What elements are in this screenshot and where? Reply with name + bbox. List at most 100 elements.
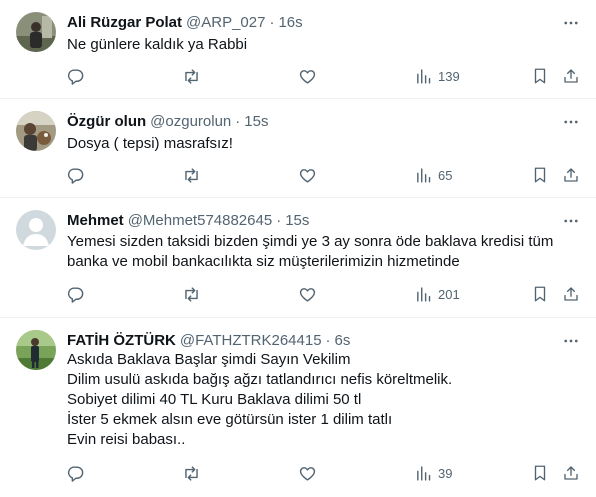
avatar[interactable]: [16, 111, 56, 151]
share-button[interactable]: [562, 66, 580, 86]
more-icon[interactable]: [561, 331, 581, 351]
tweet-text-line: Ne günlere kaldık ya Rabbi: [67, 36, 248, 53]
views-count: 201: [438, 286, 460, 302]
like-button[interactable]: [298, 165, 317, 185]
retweet-button[interactable]: [182, 284, 201, 304]
retweet-icon: [185, 286, 198, 302]
bookmark-button[interactable]: [531, 66, 549, 86]
tweet-header: Ali Rüzgar Polat @ARP_027 · 16s: [67, 12, 303, 32]
views-count: 39: [438, 465, 453, 481]
bookmark-button[interactable]: [531, 284, 549, 304]
retweet-button[interactable]: [182, 66, 201, 86]
tweet-text: Ne günlere kaldık ya Rabbi: [67, 35, 582, 55]
tweet-actions: 139: [0, 66, 596, 86]
timestamp[interactable]: 15s: [244, 113, 268, 130]
retweet-icon: [185, 465, 198, 481]
reply-button[interactable]: [66, 165, 85, 185]
tweet-actions: 201: [0, 284, 596, 304]
separator: ·: [276, 211, 282, 229]
reply-button[interactable]: [66, 66, 85, 86]
tweet[interactable]: Mehmet @Mehmet574882645 · 15s Yemesi siz…: [0, 198, 596, 318]
tweet-header: Özgür olun @ozgurolun · 15s: [67, 111, 268, 131]
like-icon: [299, 466, 316, 481]
timeline-feed: Ali Rüzgar Polat @ARP_027 · 16s Ne günle…: [0, 0, 596, 497]
author-handle[interactable]: @ARP_027: [186, 14, 265, 31]
reply-icon: [67, 167, 84, 184]
separator: ·: [235, 112, 241, 130]
views-button[interactable]: 39: [415, 463, 452, 483]
author-name[interactable]: Ali Rüzgar Polat: [67, 14, 182, 31]
views-icon: [417, 167, 431, 183]
tweet[interactable]: Özgür olun @ozgurolun · 15s Dosya ( teps…: [0, 99, 596, 198]
reply-icon: [67, 286, 84, 303]
bookmark-button[interactable]: [531, 165, 549, 185]
retweet-icon: [185, 167, 198, 183]
retweet-icon: [185, 68, 198, 84]
retweet-button[interactable]: [182, 165, 201, 185]
views-count: 65: [438, 167, 453, 183]
bookmark-icon: [534, 68, 546, 84]
reply-icon: [67, 465, 84, 482]
tweet-header: FATİH ÖZTÜRK @FATHZTRK264415 · 6s: [67, 330, 350, 350]
reply-icon: [67, 68, 84, 85]
bookmark-button[interactable]: [531, 463, 549, 483]
tweet-actions: 65: [0, 165, 596, 185]
share-icon: [564, 168, 578, 182]
more-icon[interactable]: [561, 112, 581, 132]
tweet-header: Mehmet @Mehmet574882645 · 15s: [67, 210, 309, 230]
more-icon[interactable]: [561, 13, 581, 33]
reply-button[interactable]: [66, 463, 85, 483]
author-handle[interactable]: @FATHZTRK264415: [180, 332, 322, 349]
tweet-text-line: İster 5 ekmek alsın eve götürsün ister 1…: [67, 411, 393, 428]
bookmark-icon: [534, 465, 546, 481]
author-name[interactable]: Özgür olun: [67, 113, 146, 130]
author-name[interactable]: Mehmet: [67, 212, 124, 229]
tweet-text-line: Dilim usulü askıda bağış ağzı tatlandırı…: [67, 371, 453, 388]
retweet-button[interactable]: [182, 463, 201, 483]
views-button[interactable]: 139: [415, 66, 460, 86]
tweet[interactable]: Ali Rüzgar Polat @ARP_027 · 16s Ne günle…: [0, 0, 596, 99]
like-icon: [299, 168, 316, 183]
avatar[interactable]: [16, 330, 56, 370]
tweet-text: Dosya ( tepsi) masrafsız!: [67, 134, 582, 154]
tweet-text-line: banka ve mobil bankacılıkta siz müşteril…: [67, 253, 460, 270]
share-button[interactable]: [562, 463, 580, 483]
share-icon: [564, 466, 578, 480]
like-button[interactable]: [298, 463, 317, 483]
like-button[interactable]: [298, 66, 317, 86]
views-icon: [417, 68, 431, 84]
tweet[interactable]: FATİH ÖZTÜRK @FATHZTRK264415 · 6s Askıda…: [0, 318, 596, 497]
separator: ·: [325, 331, 331, 349]
views-count: 139: [438, 68, 460, 84]
bookmark-icon: [534, 286, 546, 302]
author-name[interactable]: FATİH ÖZTÜRK: [67, 332, 176, 349]
views-button[interactable]: 65: [415, 165, 452, 185]
separator: ·: [269, 13, 275, 31]
like-icon: [299, 287, 316, 302]
avatar[interactable]: [16, 12, 56, 52]
tweet-text-line: Yemesi sizden taksidi bizden şimdi ye 3 …: [67, 233, 554, 250]
avatar[interactable]: [16, 210, 56, 250]
tweet-text-line: Askıda Baklava Başlar şimdi Sayın Vekili…: [67, 351, 351, 368]
timestamp[interactable]: 15s: [285, 212, 309, 229]
author-handle[interactable]: @ozgurolun: [150, 113, 231, 130]
like-button[interactable]: [298, 284, 317, 304]
more-icon[interactable]: [561, 211, 581, 231]
views-icon: [417, 286, 431, 302]
tweet-text-line: Evin reisi babası..: [67, 431, 186, 448]
tweet-text-line: Sobiyet dilimi 40 TL Kuru Baklava dilimi…: [67, 391, 362, 408]
share-button[interactable]: [562, 284, 580, 304]
tweet-text: Yemesi sizden taksidi bizden şimdi ye 3 …: [67, 232, 582, 272]
tweet-text: Askıda Baklava Başlar şimdi Sayın Vekili…: [67, 350, 582, 450]
views-button[interactable]: 201: [415, 284, 460, 304]
author-handle[interactable]: @Mehmet574882645: [128, 212, 273, 229]
tweet-actions: 39: [0, 463, 596, 483]
share-button[interactable]: [562, 165, 580, 185]
reply-button[interactable]: [66, 284, 85, 304]
bookmark-icon: [534, 167, 546, 183]
share-icon: [564, 287, 578, 301]
timestamp[interactable]: 16s: [278, 14, 302, 31]
timestamp[interactable]: 6s: [335, 332, 351, 349]
tweet-text-line: Dosya ( tepsi) masrafsız!: [67, 135, 233, 152]
views-icon: [417, 465, 431, 481]
